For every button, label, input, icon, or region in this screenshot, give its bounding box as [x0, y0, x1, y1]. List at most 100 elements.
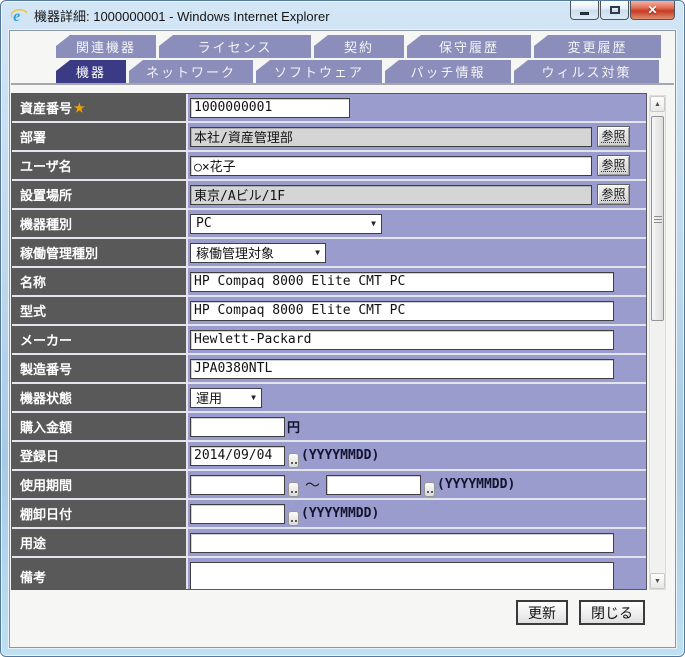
form-row-maker: メーカー: [12, 326, 646, 355]
maximize-button[interactable]: [600, 1, 629, 20]
chevron-down-icon: ▼: [251, 393, 256, 402]
form-row-operation-mgmt: 稼働管理種別 稼働管理対象 ▼: [12, 239, 646, 268]
window-controls: ✕: [569, 1, 675, 20]
model-label: 型式: [12, 297, 188, 324]
registration-date-label: 登録日: [12, 442, 188, 469]
model-input[interactable]: [190, 300, 614, 321]
form-row-serial-no: 製造番号: [12, 355, 646, 384]
vertical-scrollbar[interactable]: ▲ ▼: [649, 95, 666, 590]
device-type-label: 機器種別: [12, 210, 188, 237]
device-status-select[interactable]: 運用 ▼: [190, 387, 262, 408]
form-row-usage-period: 使用期間 ～ (YYYYMMDD): [12, 471, 646, 500]
maker-label: メーカー: [12, 326, 188, 353]
tab-row-secondary: 関連機器 ライセンス 契約 保守履歴 変更履歴: [56, 35, 661, 58]
footer-actions: 更新 閉じる: [516, 600, 645, 625]
name-label: 名称: [12, 268, 188, 295]
usage-period-from-input[interactable]: [190, 474, 285, 495]
form-row-inventory-date: 棚卸日付 (YYYYMMDD): [12, 500, 646, 529]
window-title: 機器詳細: 1000000001 - Windows Internet Expl…: [34, 9, 330, 24]
minimize-icon: [580, 12, 589, 15]
usage-input[interactable]: [190, 532, 614, 553]
tab-separator: [11, 83, 674, 85]
form-row-name: 名称: [12, 268, 646, 297]
form-row-remarks: 備考: [12, 558, 646, 589]
chevron-down-icon: ▼: [371, 219, 376, 228]
form-row-user-name: ユーザ名 参照: [12, 152, 646, 181]
form-row-department: 部署 参照: [12, 123, 646, 152]
scroll-down-button[interactable]: ▼: [650, 573, 665, 589]
tab-patch-info[interactable]: パッチ情報: [385, 60, 511, 83]
name-input[interactable]: [190, 271, 614, 292]
ie-icon: e: [11, 8, 28, 24]
form-row-model: 型式: [12, 297, 646, 326]
minimize-button[interactable]: [570, 1, 599, 20]
close-dialog-button[interactable]: 閉じる: [579, 600, 645, 625]
form-row-device-type: 機器種別 PC ▼: [12, 210, 646, 239]
department-browse-button[interactable]: 参照: [597, 126, 630, 147]
asset-no-input[interactable]: [190, 97, 350, 118]
maximize-icon: [609, 6, 620, 14]
close-button[interactable]: ✕: [630, 1, 675, 20]
title-bar: e 機器詳細: 1000000001 - Windows Internet Ex…: [1, 1, 684, 30]
serial-no-input[interactable]: [190, 358, 614, 379]
remarks-label: 備考: [12, 558, 188, 589]
currency-unit: 円: [287, 420, 301, 435]
device-type-select[interactable]: PC ▼: [190, 213, 382, 234]
calendar-picker-icon[interactable]: [288, 481, 299, 497]
tab-device[interactable]: 機器: [56, 60, 126, 83]
page-content: 関連機器 ライセンス 契約 保守履歴 変更履歴 機器 ネットワーク ソフトウェア…: [9, 30, 676, 648]
form-row-asset-no: 資産番号 ★: [12, 94, 646, 123]
registration-date-input[interactable]: [190, 445, 285, 466]
form-row-purchase-amount: 購入金額 円: [12, 413, 646, 442]
inventory-date-label: 棚卸日付: [12, 500, 188, 527]
inventory-date-input[interactable]: [190, 503, 285, 524]
operation-mgmt-label: 稼働管理種別: [12, 239, 188, 266]
required-star-icon: ★: [74, 100, 85, 115]
form-row-location: 設置場所 参照: [12, 181, 646, 210]
remarks-textarea[interactable]: [190, 562, 614, 589]
tab-antivirus[interactable]: ウィルス対策: [514, 60, 659, 83]
department-input: [190, 126, 592, 147]
department-label: 部署: [12, 123, 188, 150]
update-button[interactable]: 更新: [516, 600, 568, 625]
usage-period-to-input[interactable]: [326, 474, 422, 495]
purchase-amount-label: 購入金額: [12, 413, 188, 440]
device-detail-form: 資産番号★ 部署 参照 ユーザ名 参照 設置場所: [11, 93, 647, 590]
user-name-input[interactable]: [190, 155, 592, 176]
tab-software[interactable]: ソフトウェア: [256, 60, 382, 83]
tab-maintenance-history[interactable]: 保守履歴: [407, 35, 531, 58]
date-format-hint: (YYYYMMDD): [301, 448, 380, 463]
usage-label: 用途: [12, 529, 188, 556]
tab-change-history[interactable]: 変更履歴: [534, 35, 661, 58]
usage-period-label: 使用期間: [12, 471, 188, 498]
operation-mgmt-select[interactable]: 稼働管理対象 ▼: [190, 242, 326, 263]
asset-no-label: 資産番号 ★: [12, 94, 188, 121]
device-status-label: 機器状態: [12, 384, 188, 411]
date-format-hint: (YYYYMMDD): [437, 477, 516, 492]
maker-input[interactable]: [190, 329, 614, 350]
calendar-picker-icon[interactable]: [288, 510, 299, 526]
user-name-browse-button[interactable]: 参照: [597, 155, 630, 176]
purchase-amount-input[interactable]: [190, 416, 285, 437]
form-row-usage: 用途: [12, 529, 646, 558]
location-input: [190, 184, 592, 205]
scrollbar-thumb[interactable]: [651, 116, 664, 321]
tab-network[interactable]: ネットワーク: [129, 60, 253, 83]
user-name-label: ユーザ名: [12, 152, 188, 179]
form-row-device-status: 機器状態 運用 ▼: [12, 384, 646, 413]
period-separator: ～: [305, 477, 321, 494]
scroll-up-button[interactable]: ▲: [650, 96, 665, 112]
location-browse-button[interactable]: 参照: [597, 184, 630, 205]
date-format-hint: (YYYYMMDD): [301, 506, 380, 521]
tab-contract[interactable]: 契約: [314, 35, 404, 58]
tab-license[interactable]: ライセンス: [159, 35, 311, 58]
chevron-down-icon: ▼: [315, 248, 320, 257]
serial-no-label: 製造番号: [12, 355, 188, 382]
close-icon: ✕: [647, 3, 658, 17]
form-row-registration-date: 登録日 (YYYYMMDD): [12, 442, 646, 471]
tab-related-devices[interactable]: 関連機器: [56, 35, 156, 58]
tab-row-primary: 機器 ネットワーク ソフトウェア パッチ情報 ウィルス対策: [56, 60, 659, 83]
calendar-picker-icon[interactable]: [424, 481, 436, 497]
calendar-picker-icon[interactable]: [288, 452, 299, 468]
location-label: 設置場所: [12, 181, 188, 208]
